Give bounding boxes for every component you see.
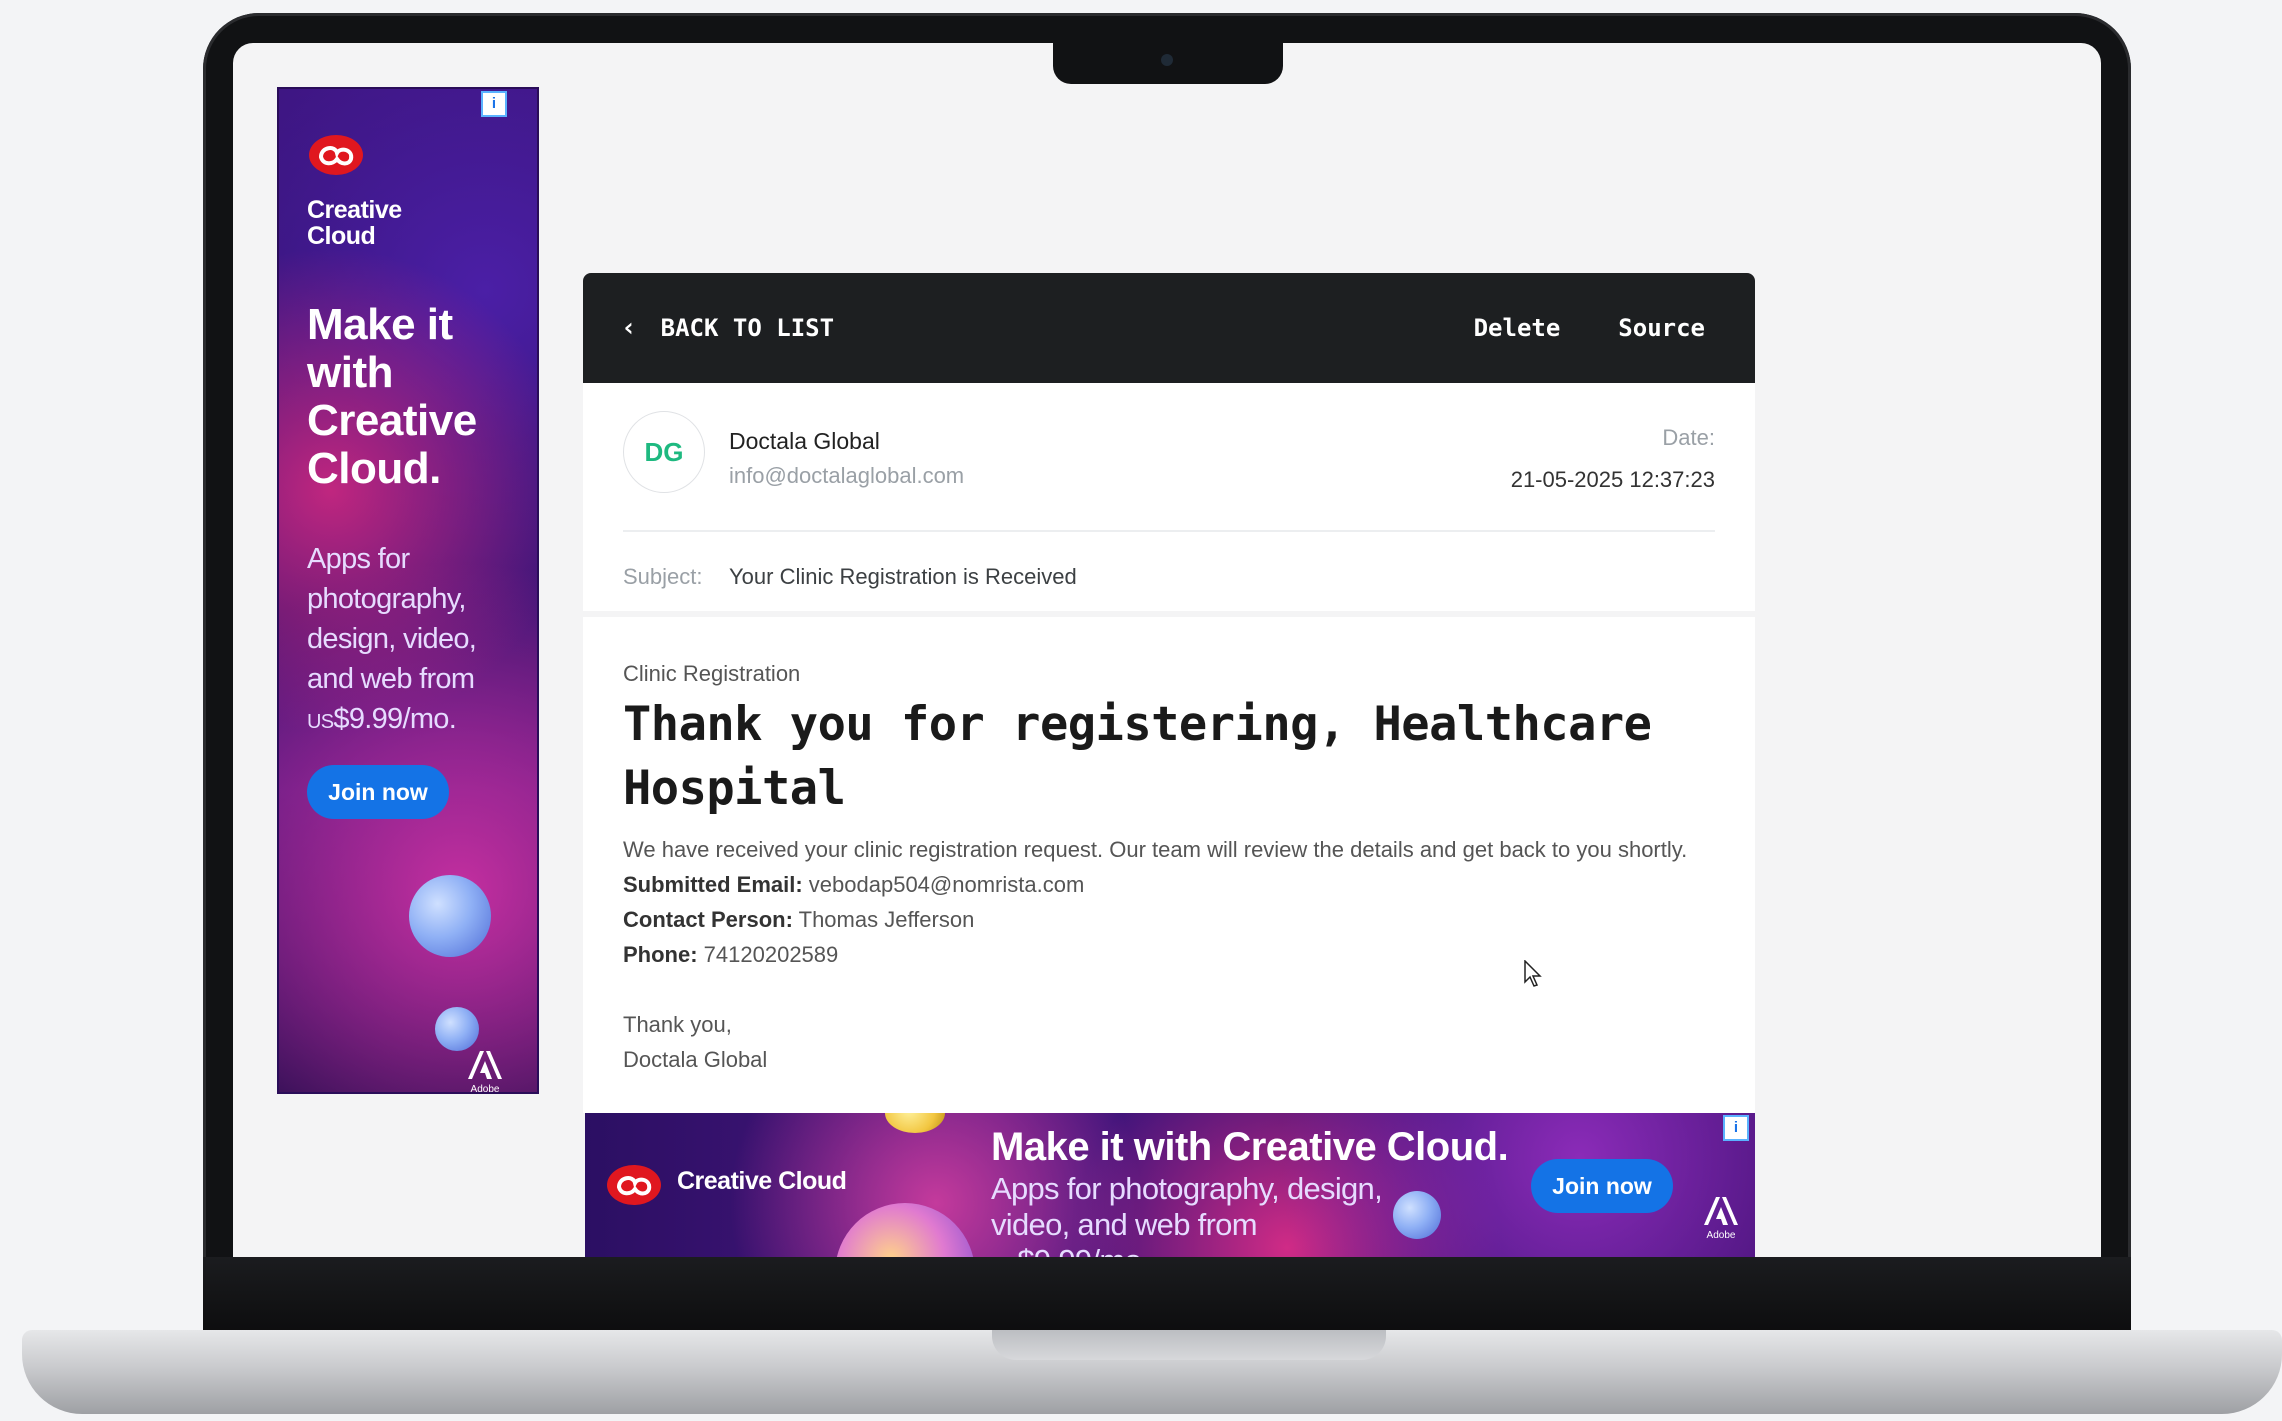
contact-person-row: Contact Person: Thomas Jefferson (623, 907, 974, 933)
ad-brand-line2: Cloud (307, 222, 376, 250)
ad-price: $9.99/mo. (333, 703, 457, 735)
submitted-email-row: Submitted Email: vebodap504@nomrista.com (623, 872, 1084, 898)
delete-button[interactable]: Delete (1474, 314, 1561, 342)
email-title: Thank you for registering, Healthcare Ho… (623, 697, 1652, 816)
ad-headline: Make it with Creative Cloud. (991, 1125, 1509, 1169)
date-value: 21-05-2025 12:37:23 (1510, 467, 1715, 492)
sign-off: Thank you, (623, 1012, 732, 1037)
laptop-screen: i Creative Cloud Make it with Creative C… (233, 43, 2101, 1257)
email-toolbar: ‹ BACK TO LIST Delete Source (583, 273, 1755, 383)
laptop-base-notch (992, 1330, 1386, 1360)
intro-text: We have received your clinic registratio… (623, 837, 1688, 862)
date-label: Date: (1662, 425, 1715, 450)
subject-value: Your Clinic Registration is Received (729, 564, 1077, 589)
ad-body: Apps for photography, design, video, and… (307, 539, 527, 742)
phone-label: Phone: (623, 942, 698, 967)
planet-decoration-small (435, 1007, 479, 1051)
planet-decoration (409, 875, 491, 957)
phone-value: 74120202589 (697, 942, 839, 967)
ad-vertical-creative-cloud[interactable]: i Creative Cloud Make it with Creative C… (277, 87, 539, 1094)
ad-brand-line1: Creative (307, 196, 402, 224)
mouse-pointer-icon (1524, 960, 1542, 987)
adobe-logo-icon: Adobe (1701, 1197, 1741, 1241)
planet-decoration (835, 1203, 975, 1257)
sender-name: Doctala Global (729, 428, 880, 454)
ad-body-text: Apps for photography, design, video, and… (991, 1171, 1383, 1242)
submitted-email-value[interactable]: vebodap504@nomrista.com (803, 872, 1085, 897)
ad-body-text: Apps for photography, design, video, and… (307, 543, 477, 695)
ad-price: $9.99/mo. (1017, 1243, 1149, 1257)
signature: Doctala Global (623, 1047, 768, 1072)
header-divider (623, 530, 1715, 532)
ad-horizontal-creative-cloud[interactable]: i Creative Cloud Make it with Creative C… (585, 1113, 1755, 1257)
ad-brand: Creative Cloud (307, 197, 402, 249)
adobe-logo-icon: Adobe (465, 1051, 505, 1094)
join-now-button[interactable]: Join now (307, 765, 449, 819)
info-icon[interactable]: i (481, 91, 507, 117)
ad-body: Apps for photography, design, video, and… (991, 1171, 1421, 1257)
laptop-base (22, 1330, 2282, 1414)
pre-title: Clinic Registration (623, 661, 801, 686)
submitted-email-label: Submitted Email: (623, 872, 803, 897)
join-now-button[interactable]: Join now (1531, 1159, 1673, 1213)
adobe-label: Adobe (1706, 1230, 1736, 1241)
ad-brand: Creative Cloud (677, 1167, 847, 1195)
creative-cloud-logo-icon (309, 135, 363, 175)
adobe-label: Adobe (470, 1084, 500, 1094)
email-body: Clinic Registration Thank you for regist… (583, 617, 1755, 1113)
ad-price-prefix: US (307, 711, 334, 733)
email-header: DG Doctala Global info@doctalaglobal.com… (583, 383, 1755, 611)
phone-row: Phone: 74120202589 (623, 942, 838, 968)
info-icon[interactable]: i (1723, 1115, 1749, 1141)
email-viewer: ‹ BACK TO LIST Delete Source DG Doctala … (583, 273, 1755, 1113)
sender-email[interactable]: info@doctalaglobal.com (729, 463, 964, 489)
creative-cloud-logo-icon (607, 1165, 661, 1205)
source-button[interactable]: Source (1618, 314, 1705, 342)
ad-headline: Make it with Creative Cloud. (307, 300, 477, 493)
camera-icon (1161, 54, 1173, 66)
chevron-left-icon[interactable]: ‹ (621, 313, 637, 343)
ad-price-prefix: US (991, 1254, 1018, 1257)
planet-decoration-small (885, 1113, 945, 1133)
contact-person-label: Contact Person: (623, 907, 793, 932)
avatar: DG (623, 411, 705, 493)
planet-decoration-blue (1393, 1191, 1441, 1239)
subject-label: Subject: (623, 564, 703, 589)
back-to-list-button[interactable]: BACK TO LIST (661, 314, 834, 342)
camera-notch (1053, 40, 1283, 84)
contact-person-value: Thomas Jefferson (792, 907, 975, 932)
